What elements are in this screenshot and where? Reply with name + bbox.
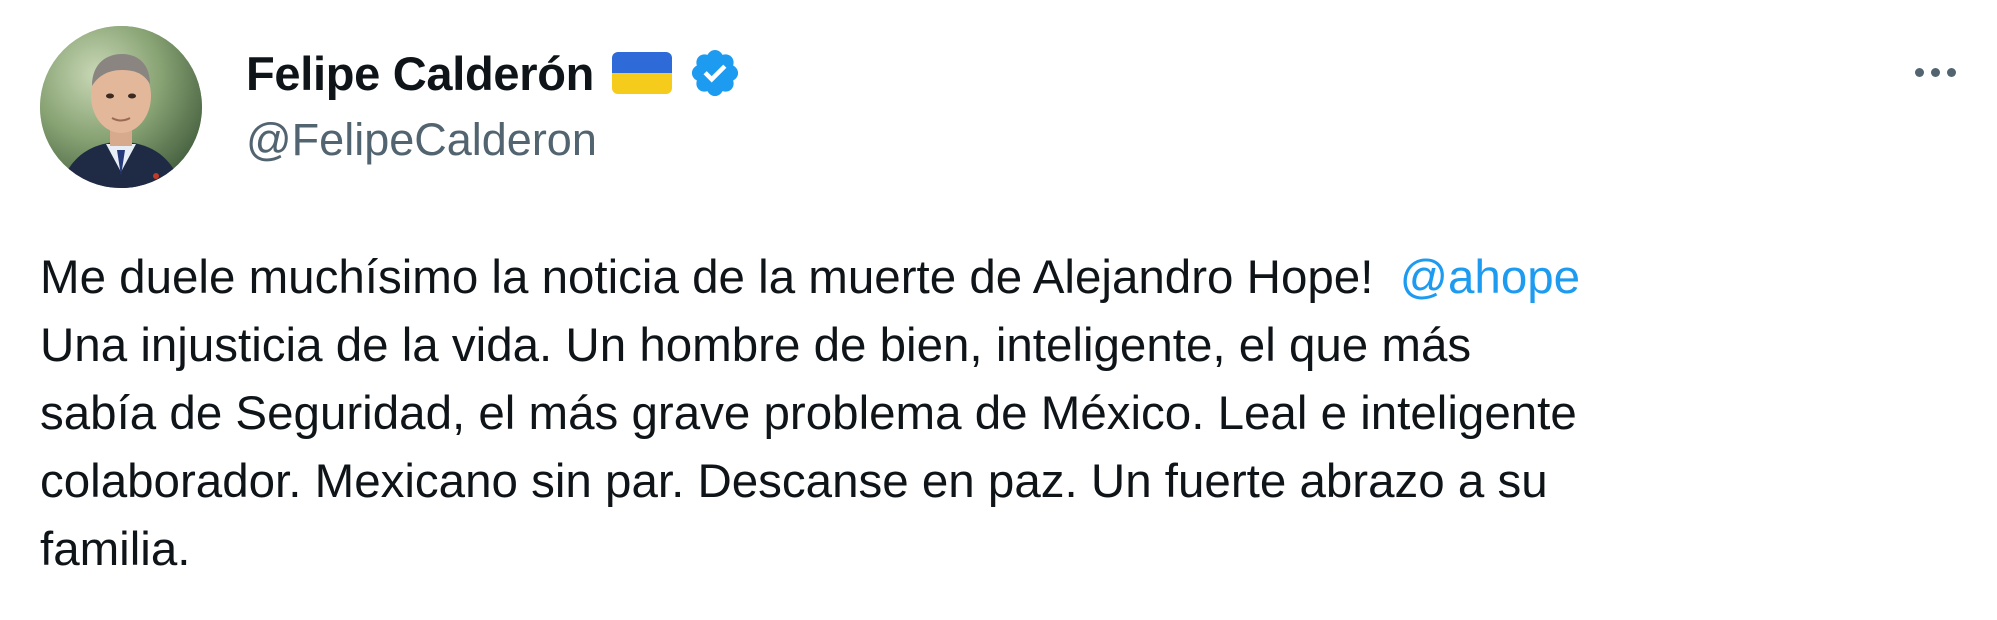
author-handle[interactable]: @FelipeCalderon [246,114,742,166]
more-options-icon[interactable] [1899,44,1971,100]
tweet-line: colaborador. Mexicano sin par. Descanse … [40,455,1548,508]
avatar-image [40,26,202,188]
dot-icon [1946,67,1956,77]
tweet-line: Una injusticia de la vida. Un hombre de … [40,319,1472,372]
mention-link[interactable]: @ahope [1400,251,1580,304]
tweet-line: Me duele muchísimo la noticia de la muer… [40,244,1970,312]
ukraine-flag-icon [612,52,673,94]
tweet-line-text: Me duele muchísimo la noticia de la muer… [40,251,1374,304]
tweet-text: Me duele muchísimo la noticia de la muer… [40,244,1970,584]
avatar[interactable] [40,26,202,188]
name-row: Felipe Calderón [246,42,742,104]
author-display-name[interactable]: Felipe Calderón [246,46,594,101]
tweet-card: Felipe Calderón @FelipeCalderon Me duele… [0,0,1997,620]
tweet-line: familia. [40,523,191,576]
verified-badge-icon[interactable] [688,46,742,100]
author-info: Felipe Calderón @FelipeCalderon [246,42,742,166]
dot-icon [1914,67,1924,77]
tweet-line: sabía de Seguridad, el más grave problem… [40,387,1577,440]
dot-icon [1930,67,1940,77]
